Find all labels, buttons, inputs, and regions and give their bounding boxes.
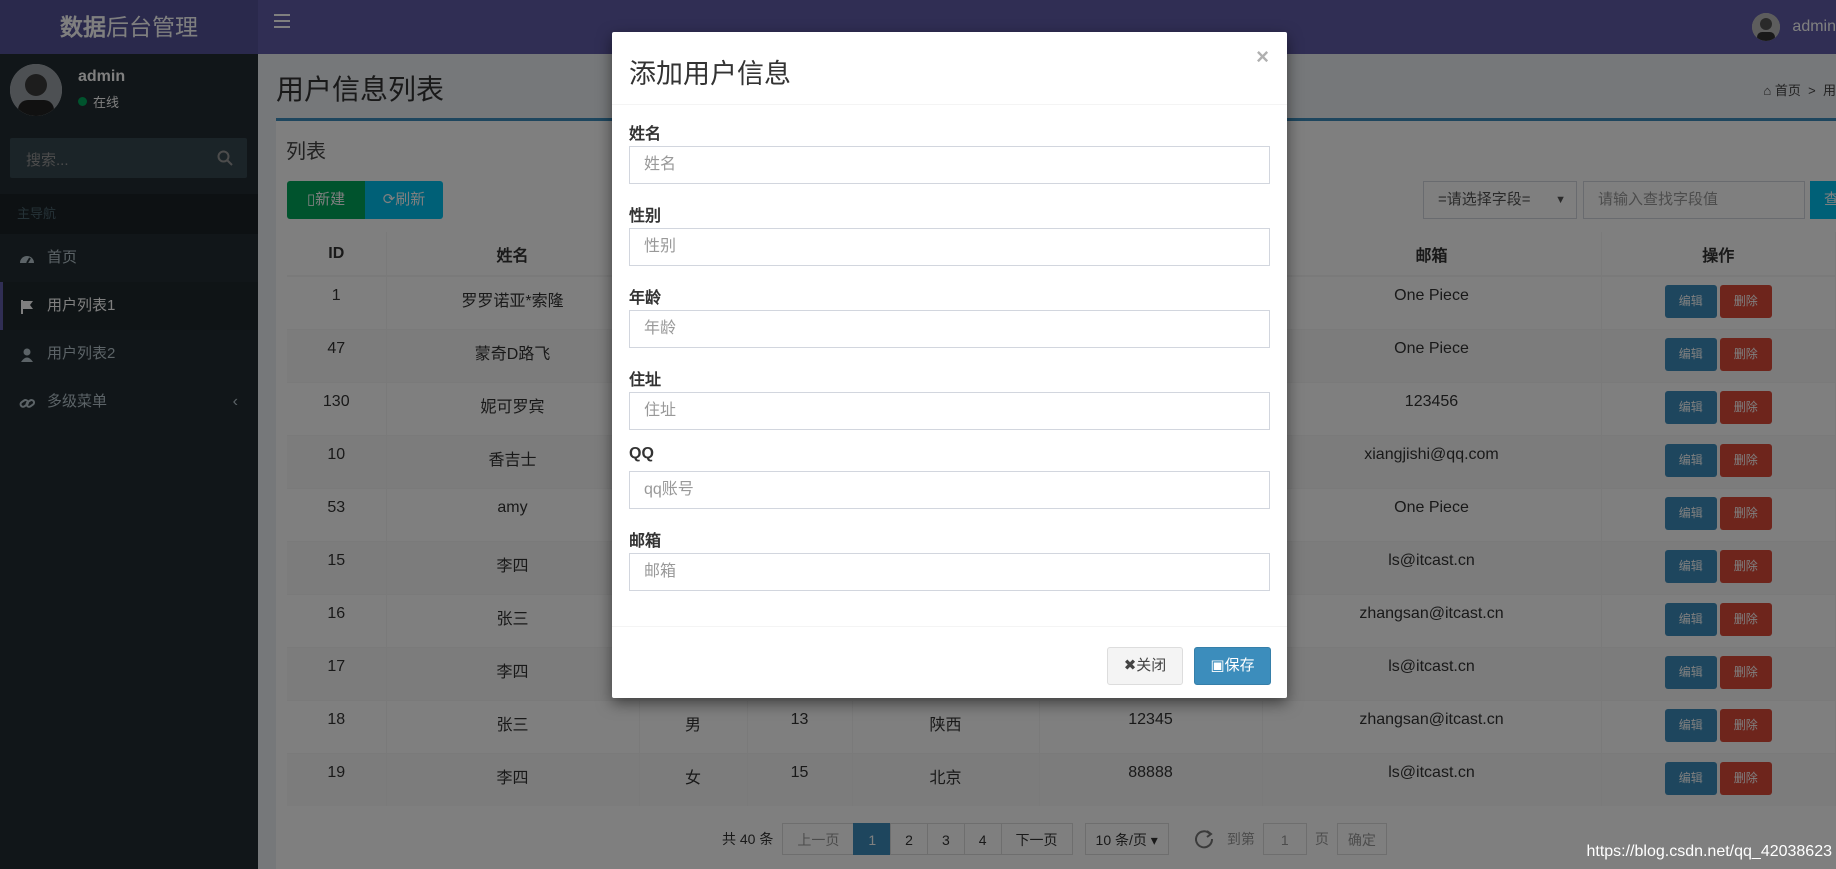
field-label: 姓名 [629,126,662,143]
field-label: 年龄 [629,290,662,307]
email-input[interactable]: 邮箱 [629,553,1270,591]
form-group-address: 住址 住址 [629,366,1270,430]
field-label: 性别 [629,208,662,225]
modal-footer: ✖关闭 ▣保存 [612,626,1287,698]
close-button[interactable]: ✖关闭 [1107,647,1183,685]
watermark-text: https://blog.csdn.net/qq_42038623 [1586,843,1832,860]
modal-title: 添加用户信息 [629,59,791,89]
name-input[interactable]: 姓名 [629,146,1270,184]
form-group-qq: QQ qq账号 [629,445,1270,509]
qq-input[interactable]: qq账号 [629,471,1270,509]
floppy-disk-icon: ▣ [1210,657,1225,674]
field-label: QQ [629,445,654,462]
remove-icon: ✖ [1123,657,1137,674]
field-label: 住址 [629,372,662,389]
gender-input[interactable]: 性别 [629,228,1270,266]
add-user-modal: 添加用户信息 × 姓名 姓名 性别 性别 年龄 年龄 住址 住址 QQ qq账号… [612,32,1287,698]
field-label: 邮箱 [629,533,662,550]
modal-header: 添加用户信息 × [612,32,1287,105]
age-input[interactable]: 年龄 [629,310,1270,348]
form-group-age: 年龄 年龄 [629,284,1270,348]
address-input[interactable]: 住址 [629,392,1270,430]
close-icon[interactable]: × [1256,44,1269,70]
form-group-gender: 性别 性别 [629,202,1270,266]
form-group-email: 邮箱 邮箱 [629,527,1270,591]
save-button[interactable]: ▣保存 [1194,647,1271,685]
form-group-name: 姓名 姓名 [629,120,1270,184]
